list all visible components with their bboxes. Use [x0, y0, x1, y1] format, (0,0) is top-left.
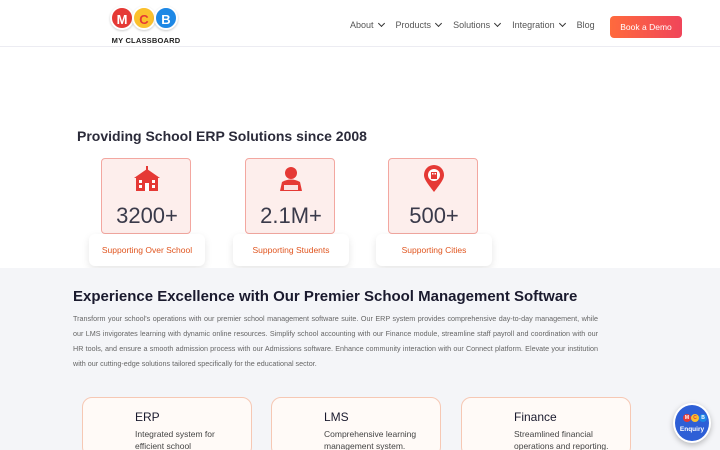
module-description: Integrated system for efficient school	[135, 429, 215, 450]
module-card-lms[interactable]: LMS Comprehensive learning management sy…	[271, 397, 441, 450]
stat-value: 2.1M+	[260, 203, 322, 228]
book-demo-button[interactable]: Book a Demo	[610, 16, 682, 38]
stat-cities: 500+ Supporting Cities	[376, 158, 492, 268]
nav-label: Solutions	[453, 20, 491, 30]
city-location-icon	[424, 165, 444, 192]
chevron-down-icon	[494, 19, 502, 28]
stat-box: 500+	[388, 158, 478, 234]
stat-label: Supporting Cities	[376, 234, 492, 266]
nav-item-integration[interactable]: Integration	[512, 19, 566, 30]
stat-label: Supporting Students	[233, 234, 349, 266]
school-building-icon	[134, 166, 160, 191]
stat-students: 2.1M+ Supporting Students	[233, 158, 349, 268]
nav-label: About	[350, 20, 374, 30]
enquiry-label: Enquiry	[679, 426, 705, 433]
site-header: M C B MY CLASSBOARD About Products Solut…	[0, 0, 720, 47]
chevron-down-icon	[435, 19, 443, 28]
stat-box: 3200+	[101, 158, 191, 234]
nav-label: Integration	[512, 20, 555, 30]
logo-letter-m: M	[110, 6, 134, 30]
module-description: Comprehensive learning management system…	[324, 429, 417, 450]
stat-box: 2.1M+	[245, 158, 335, 234]
chevron-down-icon	[377, 19, 385, 28]
main-nav: About Products Solutions Integration Blo…	[350, 19, 607, 30]
enquiry-letter-b: B	[699, 414, 707, 422]
stat-schools: 3200+ Supporting Over School	[89, 158, 205, 268]
logo-letter-b: B	[154, 6, 178, 30]
nav-label: Blog	[576, 20, 595, 30]
module-name: LMS	[324, 410, 349, 424]
module-name: Finance	[514, 410, 557, 424]
stat-value: 500+	[409, 203, 459, 228]
enquiry-button[interactable]: M C B Enquiry	[673, 403, 711, 443]
myclassboard-logo[interactable]: M C B MY CLASSBOARD	[108, 6, 184, 46]
logo-mark: M C B	[110, 6, 182, 32]
enquiry-logo-mark: M C B	[683, 414, 707, 423]
nav-item-products[interactable]: Products	[395, 19, 443, 30]
nav-item-about[interactable]: About	[350, 19, 385, 30]
logo-text: MY CLASSBOARD	[111, 36, 181, 45]
module-card-finance[interactable]: Finance Streamlined financial operations…	[461, 397, 631, 450]
stats-title: Providing School ERP Solutions since 200…	[77, 128, 367, 144]
student-icon	[280, 167, 302, 191]
enquiry-letter-c: C	[691, 414, 699, 422]
logo-letter-c: C	[132, 6, 156, 30]
software-description: Transform your school's operations with …	[73, 314, 598, 368]
enquiry-letter-m: M	[683, 414, 691, 422]
stat-value: 3200+	[116, 203, 178, 228]
module-description: Streamlined financial operations and rep…	[514, 429, 609, 450]
chevron-down-icon	[558, 19, 566, 28]
nav-label: Products	[395, 20, 432, 30]
software-title: Experience Excellence with Our Premier S…	[73, 288, 578, 305]
nav-item-solutions[interactable]: Solutions	[453, 19, 502, 30]
module-name: ERP	[135, 410, 160, 424]
nav-item-blog[interactable]: Blog	[577, 20, 595, 30]
stat-label: Supporting Over School	[89, 234, 205, 266]
module-card-erp[interactable]: ERP Integrated system for efficient scho…	[82, 397, 252, 450]
